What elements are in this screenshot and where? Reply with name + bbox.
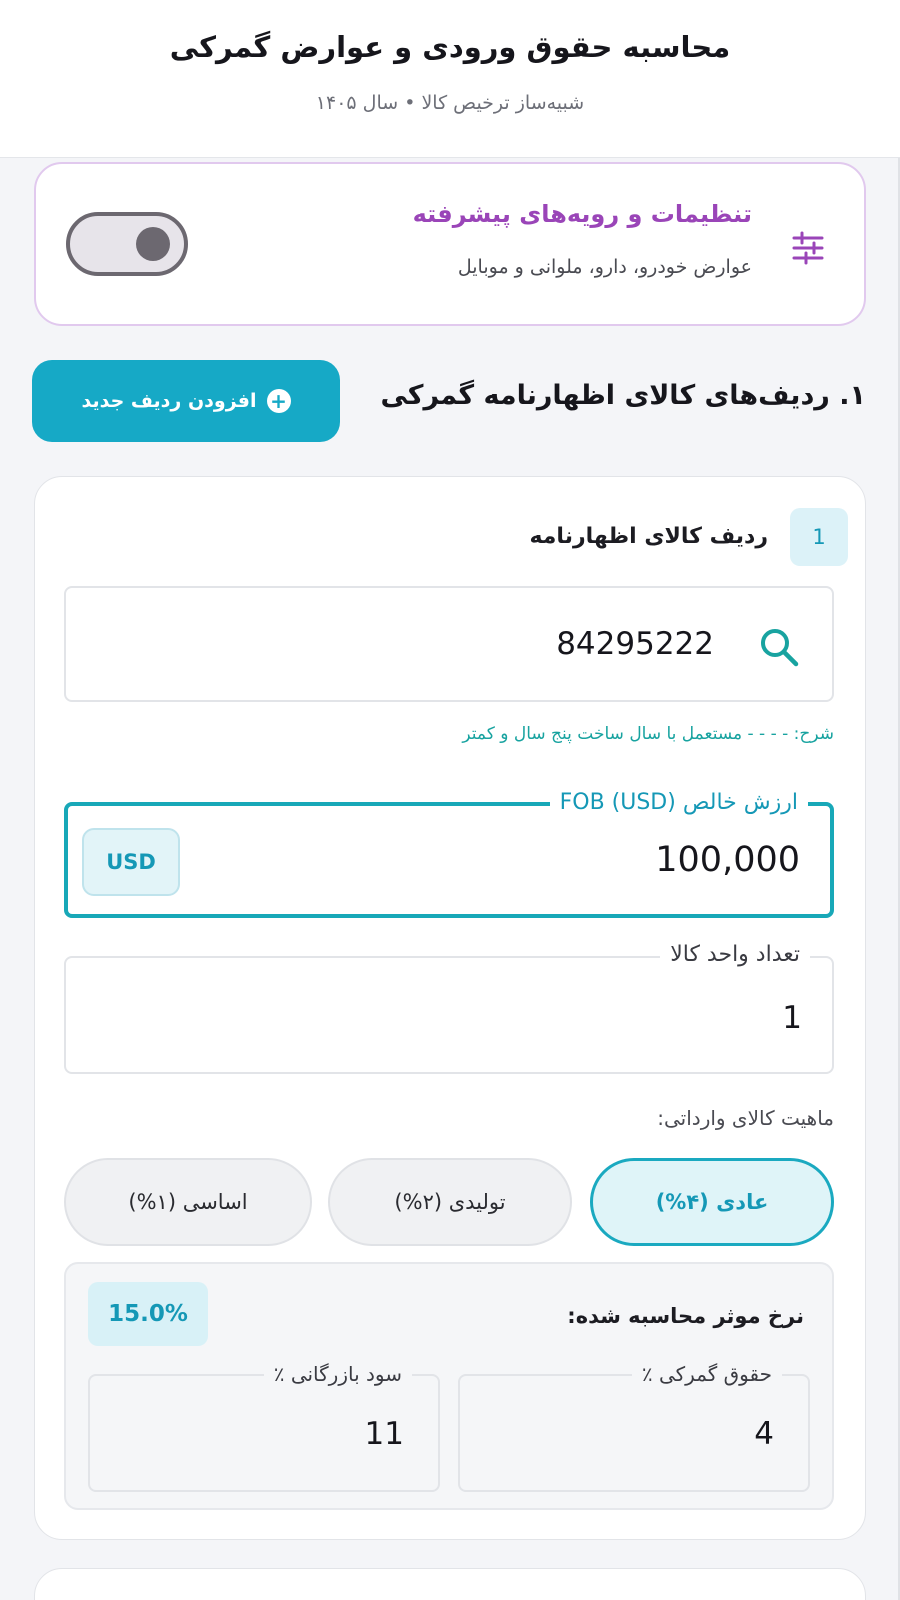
advanced-toggle[interactable] [66, 212, 188, 276]
commercial-profit-value[interactable]: 11 [365, 1416, 404, 1452]
commercial-profit-label: سود بازرگانی ٪ [263, 1362, 412, 1386]
effective-rate-badge: 15.0% [88, 1282, 208, 1346]
row-title: ردیف کالای اظهارنامه [529, 524, 768, 549]
fob-value-field[interactable]: ارزش خالص FOB (USD) 100,000 USD [64, 790, 834, 918]
customs-duty-value[interactable]: 4 [754, 1416, 774, 1452]
hs-code-search-field[interactable]: 84295222 [64, 586, 834, 702]
quantity-field[interactable]: تعداد واحد کالا 1 [64, 942, 834, 1074]
page-subtitle: شبیه‌ساز ترخیص کالا • سال ۱۴۰۵ [315, 92, 585, 114]
fob-value[interactable]: 100,000 [655, 840, 800, 880]
fob-label: ارزش خالص FOB (USD) [549, 790, 808, 815]
add-row-button[interactable]: + افزودن ردیف جدید [32, 360, 340, 442]
app-header: محاسبه حقوق ورودی و عوارض گمرکی شبیه‌ساز… [0, 0, 900, 158]
nature-option-essential[interactable]: اساسی (۱%) [64, 1158, 312, 1246]
effective-rate-label: نرخ موثر محاسبه شده: [567, 1304, 804, 1328]
quantity-value[interactable]: 1 [782, 1000, 802, 1036]
add-row-label: افزودن ردیف جدید [81, 390, 257, 412]
customs-duty-label: حقوق گمرکی ٪ [631, 1362, 782, 1386]
nature-option-normal[interactable]: عادی (۴%) [590, 1158, 834, 1246]
import-nature-label: ماهیت کالای وارداتی: [657, 1106, 834, 1130]
search-icon[interactable] [756, 624, 802, 670]
advanced-settings-title: تنظیمات و رویه‌های پیشرفته [412, 200, 752, 228]
nature-option-production[interactable]: تولیدی (۲%) [328, 1158, 572, 1246]
advanced-settings-subtitle: عوارض خودرو، دارو، ملوانی و موبایل [457, 256, 752, 278]
sliders-icon [792, 231, 824, 265]
toggle-knob [136, 227, 170, 261]
next-item-card [34, 1568, 866, 1600]
commercial-profit-field[interactable]: سود بازرگانی ٪ 11 [88, 1362, 440, 1492]
advanced-settings-card[interactable]: تنظیمات و رویه‌های پیشرفته عوارض خودرو، … [34, 162, 866, 326]
customs-duty-field[interactable]: حقوق گمرکی ٪ 4 [458, 1362, 810, 1492]
hs-code-value[interactable]: 84295222 [556, 626, 714, 662]
item-description: شرح: - - - - مستعمل با سال ساخت پنج سال … [462, 724, 834, 744]
plus-circle-icon: + [266, 389, 291, 413]
row-number-badge: 1 [790, 508, 848, 566]
effective-rate-panel: نرخ موثر محاسبه شده: 15.0% حقوق گمرکی ٪ … [64, 1262, 834, 1510]
section-title: ۱. ردیف‌های کالای اظهارنامه گمرکی [380, 380, 866, 411]
page-title: محاسبه حقوق ورودی و عوارض گمرکی [169, 30, 731, 64]
quantity-label: تعداد واحد کالا [660, 942, 810, 967]
currency-chip[interactable]: USD [82, 828, 180, 896]
